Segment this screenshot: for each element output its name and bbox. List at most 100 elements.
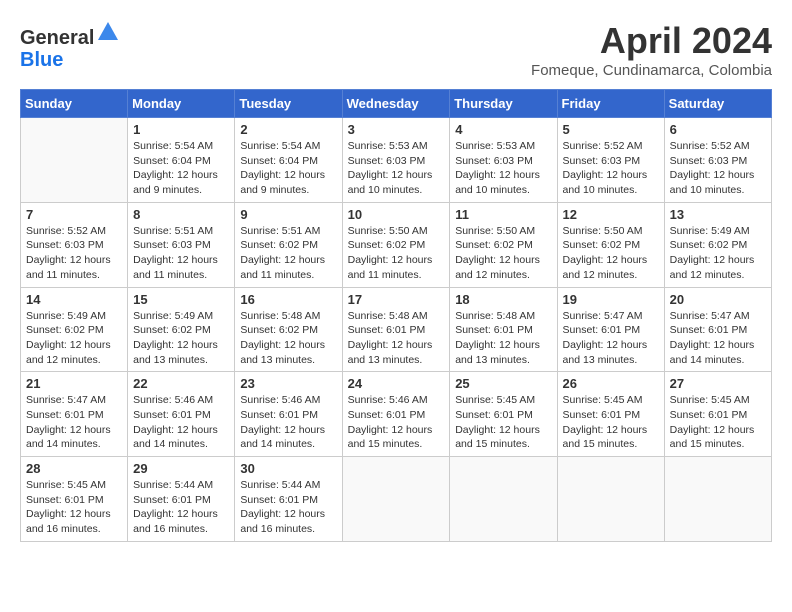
day-info: Sunrise: 5:54 AMSunset: 6:04 PMDaylight:… (133, 139, 229, 198)
day-info: Sunrise: 5:47 AMSunset: 6:01 PMDaylight:… (563, 309, 659, 368)
page-header: General Blue April 2024 Fomeque, Cundina… (20, 20, 772, 79)
day-info: Sunrise: 5:48 AMSunset: 6:02 PMDaylight:… (240, 309, 336, 368)
day-info: Sunrise: 5:47 AMSunset: 6:01 PMDaylight:… (26, 393, 122, 452)
calendar-cell: 6 Sunrise: 5:52 AMSunset: 6:03 PMDaylight… (664, 118, 771, 203)
day-info: Sunrise: 5:45 AMSunset: 6:01 PMDaylight:… (455, 393, 551, 452)
logo: General Blue (20, 20, 120, 71)
calendar-cell: 2 Sunrise: 5:54 AMSunset: 6:04 PMDaylight… (235, 118, 342, 203)
day-number: 14 (26, 292, 122, 307)
day-info: Sunrise: 5:48 AMSunset: 6:01 PMDaylight:… (455, 309, 551, 368)
calendar-cell: 14 Sunrise: 5:49 AMSunset: 6:02 PMDayligh… (21, 287, 128, 372)
day-info: Sunrise: 5:47 AMSunset: 6:01 PMDaylight:… (670, 309, 766, 368)
day-number: 13 (670, 207, 766, 222)
day-number: 27 (670, 376, 766, 391)
calendar-cell: 3 Sunrise: 5:53 AMSunset: 6:03 PMDaylight… (342, 118, 450, 203)
day-info: Sunrise: 5:48 AMSunset: 6:01 PMDaylight:… (348, 309, 445, 368)
day-info: Sunrise: 5:51 AMSunset: 6:02 PMDaylight:… (240, 224, 336, 283)
calendar-cell: 16 Sunrise: 5:48 AMSunset: 6:02 PMDayligh… (235, 287, 342, 372)
day-info: Sunrise: 5:50 AMSunset: 6:02 PMDaylight:… (563, 224, 659, 283)
weekday-header: Friday (557, 90, 664, 118)
location: Fomeque, Cundinamarca, Colombia (531, 62, 772, 79)
day-number: 6 (670, 122, 766, 137)
calendar-week-row: 14 Sunrise: 5:49 AMSunset: 6:02 PMDayligh… (21, 287, 772, 372)
day-number: 3 (348, 122, 445, 137)
weekday-header: Thursday (450, 90, 557, 118)
weekday-header: Monday (128, 90, 235, 118)
calendar-cell: 24 Sunrise: 5:46 AMSunset: 6:01 PMDayligh… (342, 372, 450, 457)
calendar-cell: 23 Sunrise: 5:46 AMSunset: 6:01 PMDayligh… (235, 372, 342, 457)
weekday-header: Saturday (664, 90, 771, 118)
calendar-cell: 11 Sunrise: 5:50 AMSunset: 6:02 PMDayligh… (450, 202, 557, 287)
calendar-cell: 12 Sunrise: 5:50 AMSunset: 6:02 PMDayligh… (557, 202, 664, 287)
day-number: 5 (563, 122, 659, 137)
calendar-cell: 5 Sunrise: 5:52 AMSunset: 6:03 PMDaylight… (557, 118, 664, 203)
day-info: Sunrise: 5:52 AMSunset: 6:03 PMDaylight:… (563, 139, 659, 198)
calendar-cell: 22 Sunrise: 5:46 AMSunset: 6:01 PMDayligh… (128, 372, 235, 457)
day-info: Sunrise: 5:54 AMSunset: 6:04 PMDaylight:… (240, 139, 336, 198)
day-info: Sunrise: 5:46 AMSunset: 6:01 PMDaylight:… (348, 393, 445, 452)
day-info: Sunrise: 5:52 AMSunset: 6:03 PMDaylight:… (670, 139, 766, 198)
calendar-table: SundayMondayTuesdayWednesdayThursdayFrid… (20, 89, 772, 542)
calendar-week-row: 21 Sunrise: 5:47 AMSunset: 6:01 PMDayligh… (21, 372, 772, 457)
calendar-cell: 27 Sunrise: 5:45 AMSunset: 6:01 PMDayligh… (664, 372, 771, 457)
calendar-week-row: 28 Sunrise: 5:45 AMSunset: 6:01 PMDayligh… (21, 457, 772, 542)
day-number: 26 (563, 376, 659, 391)
day-info: Sunrise: 5:45 AMSunset: 6:01 PMDaylight:… (26, 478, 122, 537)
logo-blue: Blue (20, 49, 63, 71)
weekday-header: Tuesday (235, 90, 342, 118)
calendar-cell: 8Sunrise: 5:51 AMSunset: 6:03 PMDaylight… (128, 202, 235, 287)
month-title: April 2024 (531, 20, 772, 62)
day-number: 1 (133, 122, 229, 137)
day-info: Sunrise: 5:45 AMSunset: 6:01 PMDaylight:… (670, 393, 766, 452)
day-number: 11 (455, 207, 551, 222)
calendar-cell: 19 Sunrise: 5:47 AMSunset: 6:01 PMDayligh… (557, 287, 664, 372)
day-info: Sunrise: 5:52 AMSunset: 6:03 PMDaylight:… (26, 224, 122, 283)
day-number: 29 (133, 461, 229, 476)
day-number: 7 (26, 207, 122, 222)
calendar-cell: 9 Sunrise: 5:51 AMSunset: 6:02 PMDaylight… (235, 202, 342, 287)
day-info: Sunrise: 5:53 AMSunset: 6:03 PMDaylight:… (455, 139, 551, 198)
calendar-cell: 20 Sunrise: 5:47 AMSunset: 6:01 PMDayligh… (664, 287, 771, 372)
calendar-cell: 7 Sunrise: 5:52 AMSunset: 6:03 PMDaylight… (21, 202, 128, 287)
day-number: 10 (348, 207, 445, 222)
day-number: 22 (133, 376, 229, 391)
day-info: Sunrise: 5:44 AMSunset: 6:01 PMDaylight:… (240, 478, 336, 537)
title-area: April 2024 Fomeque, Cundinamarca, Colomb… (531, 20, 772, 79)
logo-general: General (20, 27, 94, 49)
day-info: Sunrise: 5:50 AMSunset: 6:02 PMDaylight:… (455, 224, 551, 283)
day-number: 15 (133, 292, 229, 307)
day-number: 17 (348, 292, 445, 307)
calendar-cell: 4Sunrise: 5:53 AMSunset: 6:03 PMDaylight… (450, 118, 557, 203)
day-number: 30 (240, 461, 336, 476)
day-info: Sunrise: 5:53 AMSunset: 6:03 PMDaylight:… (348, 139, 445, 198)
day-info: Sunrise: 5:49 AMSunset: 6:02 PMDaylight:… (26, 309, 122, 368)
day-number: 21 (26, 376, 122, 391)
day-number: 23 (240, 376, 336, 391)
day-info: Sunrise: 5:46 AMSunset: 6:01 PMDaylight:… (133, 393, 229, 452)
calendar-cell: 10Sunrise: 5:50 AMSunset: 6:02 PMDayligh… (342, 202, 450, 287)
calendar-week-row: 1 Sunrise: 5:54 AMSunset: 6:04 PMDaylight… (21, 118, 772, 203)
calendar-cell (21, 118, 128, 203)
calendar-cell: 28 Sunrise: 5:45 AMSunset: 6:01 PMDayligh… (21, 457, 128, 542)
calendar-cell: 18 Sunrise: 5:48 AMSunset: 6:01 PMDayligh… (450, 287, 557, 372)
day-info: Sunrise: 5:44 AMSunset: 6:01 PMDaylight:… (133, 478, 229, 537)
day-number: 16 (240, 292, 336, 307)
day-number: 25 (455, 376, 551, 391)
day-info: Sunrise: 5:51 AMSunset: 6:03 PMDaylight:… (133, 224, 229, 283)
day-number: 28 (26, 461, 122, 476)
calendar-cell: 29 Sunrise: 5:44 AMSunset: 6:01 PMDayligh… (128, 457, 235, 542)
calendar-cell: 17 Sunrise: 5:48 AMSunset: 6:01 PMDayligh… (342, 287, 450, 372)
day-number: 18 (455, 292, 551, 307)
day-number: 24 (348, 376, 445, 391)
day-number: 12 (563, 207, 659, 222)
day-number: 19 (563, 292, 659, 307)
calendar-cell (342, 457, 450, 542)
calendar-cell (557, 457, 664, 542)
day-number: 9 (240, 207, 336, 222)
calendar-header-row: SundayMondayTuesdayWednesdayThursdayFrid… (21, 90, 772, 118)
day-info: Sunrise: 5:46 AMSunset: 6:01 PMDaylight:… (240, 393, 336, 452)
day-number: 20 (670, 292, 766, 307)
day-number: 2 (240, 122, 336, 137)
calendar-cell: 1 Sunrise: 5:54 AMSunset: 6:04 PMDaylight… (128, 118, 235, 203)
calendar-cell (450, 457, 557, 542)
